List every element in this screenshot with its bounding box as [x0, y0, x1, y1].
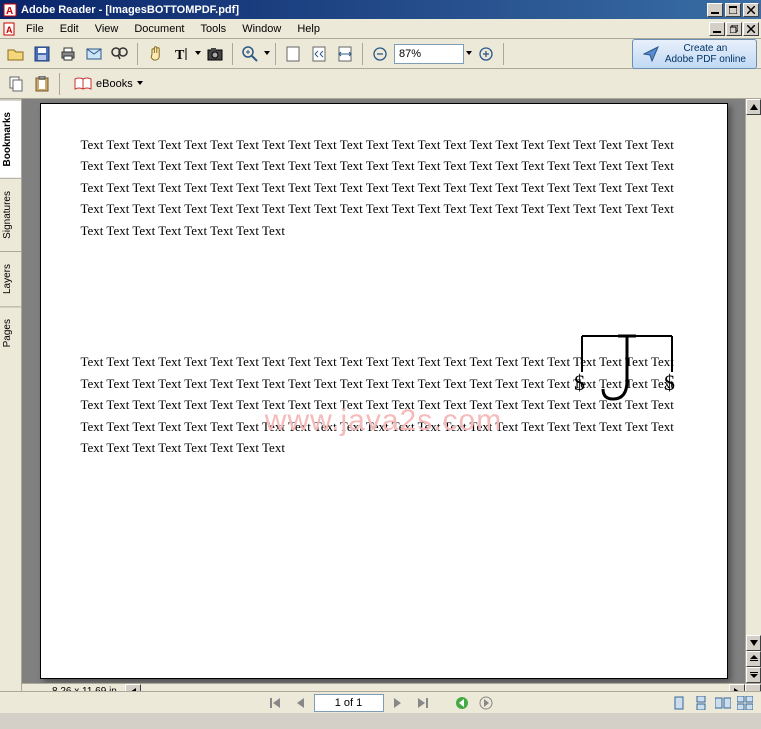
decorative-graphic: $ $ — [572, 332, 682, 412]
scroll-up-button[interactable] — [746, 99, 761, 115]
search-button[interactable] — [108, 42, 132, 66]
single-page-button[interactable] — [669, 694, 689, 712]
forward-button[interactable] — [476, 694, 496, 712]
copy-button[interactable] — [4, 72, 28, 96]
zoom-plus-button[interactable] — [474, 42, 498, 66]
mdi-minimize-button[interactable] — [709, 22, 725, 36]
window-title: Adobe Reader - [ImagesBOTTOMPDF.pdf] — [21, 4, 707, 16]
svg-text:T: T — [175, 48, 185, 62]
page-number-input[interactable] — [314, 694, 384, 712]
create-pdf-line2: Adobe PDF online — [665, 54, 746, 65]
menu-document[interactable]: Document — [126, 21, 192, 37]
dropdown-arrow-icon[interactable] — [466, 51, 472, 57]
svg-text:A: A — [6, 25, 13, 35]
hand-tool-button[interactable] — [143, 42, 167, 66]
close-button[interactable] — [743, 3, 759, 17]
fit-width-button[interactable] — [333, 42, 357, 66]
ebooks-label: eBooks — [96, 78, 133, 90]
clipboard-button[interactable] — [30, 72, 54, 96]
toolbar-separator — [137, 43, 138, 65]
create-pdf-online-button[interactable]: Create an Adobe PDF online — [632, 39, 757, 69]
svg-text:$: $ — [664, 370, 675, 395]
menu-file[interactable]: File — [18, 21, 52, 37]
dropdown-arrow-icon[interactable] — [264, 51, 270, 57]
menu-view[interactable]: View — [87, 21, 127, 37]
snapshot-button[interactable] — [203, 42, 227, 66]
toolbar-separator — [362, 43, 363, 65]
facing-pages-button[interactable] — [713, 694, 733, 712]
text-select-button[interactable]: T — [169, 42, 193, 66]
next-page-button[interactable] — [388, 694, 408, 712]
zoom-input[interactable] — [394, 44, 464, 64]
document-viewport[interactable]: Text Text Text Text Text Text Text Text … — [22, 99, 745, 683]
tab-signatures[interactable]: Signatures — [0, 178, 21, 251]
zoom-out-button[interactable] — [368, 42, 392, 66]
create-pdf-line1: Create an — [665, 43, 746, 54]
toolbar-separator — [503, 43, 504, 65]
tab-layers[interactable]: Layers — [0, 251, 21, 306]
adobe-reader-icon: A — [2, 2, 18, 18]
menu-edit[interactable]: Edit — [52, 21, 87, 37]
page-layout-controls — [669, 694, 755, 712]
mdi-close-button[interactable] — [743, 22, 759, 36]
document-icon: A — [0, 22, 18, 36]
minimize-button[interactable] — [707, 3, 723, 17]
save-button[interactable] — [30, 42, 54, 66]
svg-text:$: $ — [574, 370, 585, 395]
svg-text:A: A — [6, 6, 13, 17]
continuous-page-button[interactable] — [691, 694, 711, 712]
continuous-facing-button[interactable] — [735, 694, 755, 712]
zoom-in-button[interactable] — [238, 42, 262, 66]
statusbar — [0, 691, 761, 713]
prev-page-button[interactable] — [290, 694, 310, 712]
last-page-button[interactable] — [412, 694, 432, 712]
ebook-icon — [74, 77, 92, 91]
scroll-track[interactable] — [746, 115, 761, 635]
content-area: Bookmarks Signatures Layers Pages Text T… — [0, 99, 761, 691]
vertical-scrollbar[interactable] — [745, 99, 761, 683]
back-button[interactable] — [452, 694, 472, 712]
main-toolbar: T Create an Adobe PDF online — [0, 39, 761, 69]
dropdown-arrow-icon[interactable] — [195, 51, 201, 57]
open-button[interactable] — [4, 42, 28, 66]
toolbar-separator — [275, 43, 276, 65]
document-page: Text Text Text Text Text Text Text Text … — [40, 103, 728, 679]
page-down-button[interactable] — [746, 667, 761, 683]
document-paragraph-1: Text Text Text Text Text Text Text Text … — [81, 134, 687, 241]
scroll-down-button[interactable] — [746, 635, 761, 651]
first-page-button[interactable] — [266, 694, 286, 712]
maximize-button[interactable] — [725, 3, 741, 17]
secondary-toolbar: eBooks — [0, 69, 761, 99]
menubar: A File Edit View Document Tools Window H… — [0, 19, 761, 39]
toolbar-separator — [59, 73, 60, 95]
page-up-button[interactable] — [746, 651, 761, 667]
ebooks-button[interactable]: eBooks — [65, 74, 152, 94]
email-button[interactable] — [82, 42, 106, 66]
navigation-panel-tabs: Bookmarks Signatures Layers Pages — [0, 99, 22, 691]
window-titlebar: A Adobe Reader - [ImagesBOTTOMPDF.pdf] — [0, 0, 761, 19]
actual-size-button[interactable] — [307, 42, 331, 66]
fit-page-button[interactable] — [281, 42, 305, 66]
print-button[interactable] — [56, 42, 80, 66]
menu-tools[interactable]: Tools — [193, 21, 235, 37]
menu-window[interactable]: Window — [234, 21, 289, 37]
tab-pages[interactable]: Pages — [0, 306, 21, 359]
menu-help[interactable]: Help — [289, 21, 328, 37]
tab-bookmarks[interactable]: Bookmarks — [0, 99, 21, 178]
mdi-restore-button[interactable] — [726, 22, 742, 36]
paper-plane-icon — [643, 46, 659, 62]
toolbar-separator — [232, 43, 233, 65]
dropdown-arrow-icon — [137, 81, 143, 87]
